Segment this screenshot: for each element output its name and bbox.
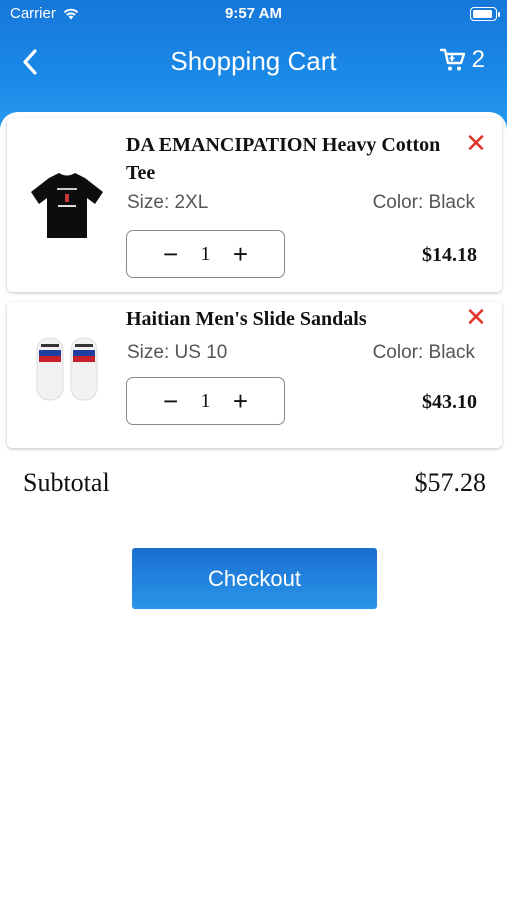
cart-button[interactable]: 2 [439, 46, 485, 74]
battery-icon [470, 7, 500, 21]
nav-bar: Shopping Cart 2 [0, 40, 507, 84]
plus-icon[interactable]: + [233, 241, 248, 267]
status-bar: Carrier 9:57 AM [0, 0, 507, 28]
minus-icon[interactable]: − [163, 241, 178, 267]
product-price: $43.10 [422, 391, 477, 413]
cart-content: DA EMANCIPATION Heavy Cotton Tee ✕ Size:… [0, 112, 507, 900]
remove-item-button[interactable]: ✕ [464, 130, 488, 156]
minus-icon[interactable]: − [163, 388, 178, 414]
product-image[interactable] [29, 166, 105, 246]
close-icon: ✕ [465, 128, 487, 158]
quantity-stepper: − 1 + [126, 377, 285, 425]
product-size: Size: 2XL [127, 192, 209, 213]
quantity-value: 1 [200, 242, 211, 265]
status-time: 9:57 AM [225, 5, 282, 22]
cart-item: Haitian Men's Slide Sandals ✕ Size: US 1… [7, 302, 502, 448]
cart-count: 2 [471, 46, 485, 73]
product-size: Size: US 10 [127, 342, 228, 363]
cart-item: DA EMANCIPATION Heavy Cotton Tee ✕ Size:… [7, 118, 502, 292]
product-title[interactable]: DA EMANCIPATION Heavy Cotton Tee [126, 131, 446, 187]
page-title: Shopping Cart [170, 46, 337, 76]
plus-icon[interactable]: + [233, 388, 248, 414]
subtotal-label: Subtotal [23, 468, 110, 497]
checkout-button[interactable]: Checkout [132, 548, 377, 609]
subtotal-value: $57.28 [414, 468, 487, 497]
quantity-stepper: − 1 + [126, 230, 285, 278]
close-icon: ✕ [465, 302, 487, 332]
cart-icon [439, 48, 465, 71]
product-image[interactable] [29, 330, 105, 410]
quantity-value: 1 [200, 389, 211, 412]
product-color: Color: Black [372, 342, 475, 363]
remove-item-button[interactable]: ✕ [464, 304, 488, 330]
product-title[interactable]: Haitian Men's Slide Sandals [126, 305, 446, 333]
product-price: $14.18 [422, 244, 477, 266]
product-color: Color: Black [372, 192, 475, 213]
